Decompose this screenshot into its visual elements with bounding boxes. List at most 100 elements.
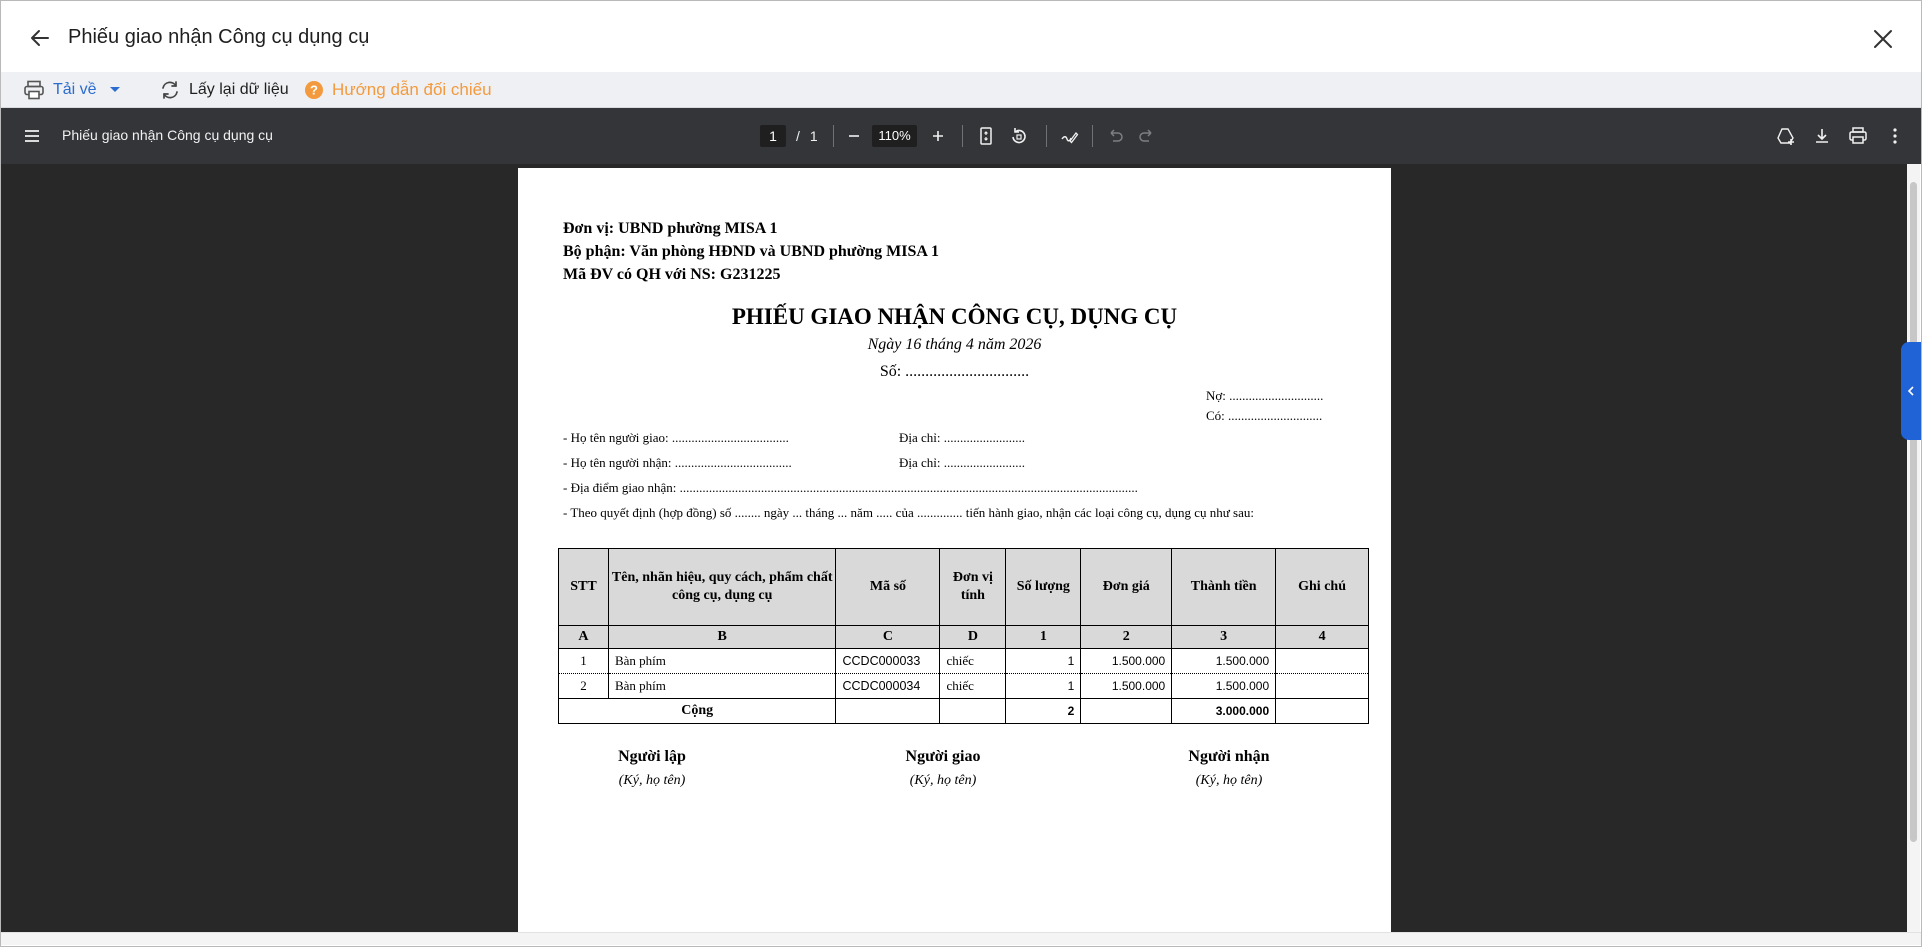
signature-giver: Người giao (Ký, họ tên): [843, 748, 1043, 789]
horizontal-scrollbar[interactable]: [1, 932, 1921, 945]
total-price: [1080, 698, 1173, 724]
header-stt: STT: [558, 548, 609, 626]
annotate-button[interactable]: [1057, 124, 1081, 148]
signature-receiver: Người nhận (Ký, họ tên): [1129, 748, 1329, 789]
drive-add-icon: [1777, 128, 1794, 145]
signature-title: Người nhận: [1188, 748, 1270, 765]
action-bar: Tải về Lấy lại dữ liệu ? Hướng dẫn đối c…: [1, 72, 1921, 108]
document-title: PHIẾU GIAO NHẬN CÔNG CỤ, DỤNG CỤ: [731, 304, 1178, 329]
signature-title: Người giao: [905, 748, 981, 765]
cell-price: 1.500.000: [1080, 648, 1173, 674]
vertical-scrollbar[interactable]: [1907, 164, 1920, 934]
printer-icon: [1849, 127, 1867, 144]
header-amount: Thành tiền: [1171, 548, 1277, 626]
fit-page-button[interactable]: [974, 124, 998, 148]
help-circle-icon: ?: [305, 81, 323, 99]
header-note: Ghi chú: [1275, 548, 1369, 626]
chevron-down-icon[interactable]: [109, 86, 121, 94]
giver-address: Địa chỉ: .........................: [899, 430, 1026, 445]
menu-icon[interactable]: [21, 125, 43, 147]
total-qty: 2: [1005, 698, 1082, 724]
total-unit: [939, 698, 1007, 724]
pdf-viewer[interactable]: Đơn vị: UBND phường MISA 1 Bộ phận: Văn …: [1, 164, 1909, 934]
zoom-out-button[interactable]: [842, 124, 866, 148]
scrollbar-thumb[interactable]: [1910, 182, 1917, 842]
guide-link[interactable]: ? Hướng dẫn đối chiếu: [304, 72, 492, 108]
credit-account: Có: .............................: [1206, 408, 1323, 423]
page-number-input[interactable]: 1: [760, 125, 786, 147]
cell-name: Bàn phím: [607, 648, 837, 674]
giver-name: - Họ tên người giao: ...................…: [563, 430, 789, 445]
zoom-level-input[interactable]: 110%: [872, 125, 917, 147]
cell-stt: 1: [558, 648, 609, 674]
toolbar-divider: [1046, 125, 1047, 147]
undo-icon: [1110, 129, 1123, 142]
undo-button[interactable]: [1103, 124, 1127, 148]
save-to-drive-button[interactable]: [1774, 124, 1798, 148]
signature-note: (Ký, họ tên): [618, 773, 686, 788]
back-arrow-icon[interactable]: [27, 25, 53, 51]
rotate-button[interactable]: [1007, 124, 1031, 148]
download-pdf-button[interactable]: [1810, 124, 1834, 148]
redo-button[interactable]: [1135, 124, 1159, 148]
more-vertical-icon: [1893, 128, 1897, 144]
toolbar-divider: [833, 125, 834, 147]
header-qty: Số lượng: [1005, 548, 1082, 626]
close-icon[interactable]: [1871, 27, 1895, 51]
zoom-in-button[interactable]: [926, 124, 950, 148]
guide-label: Hướng dẫn đối chiếu: [332, 80, 492, 99]
cell-unit: chiếc: [939, 673, 1007, 699]
total-pages: 1: [809, 128, 818, 144]
delivery-location: - Địa điểm giao nhận: ..................…: [563, 480, 1138, 495]
cell-stt: 2: [558, 673, 609, 699]
download-icon: [1816, 129, 1828, 143]
department-name: Bộ phận: Văn phòng HĐND và UBND phường M…: [563, 243, 940, 260]
fit-page-icon: [980, 127, 992, 145]
code-col-d: D: [939, 625, 1007, 649]
title-bar: Phiếu giao nhận Công cụ dụng cụ: [1, 1, 1921, 72]
header-unit: Đơn vị tính: [939, 548, 1007, 626]
receiver-address: Địa chỉ: .........................: [899, 455, 1026, 470]
page-navigator: 1 / 1: [760, 125, 818, 147]
receiver-name: - Họ tên người nhận: ...................…: [563, 455, 792, 470]
cell-code: CCDC000034: [835, 673, 941, 699]
code-col-a: A: [558, 625, 609, 649]
reload-data-button[interactable]: Lấy lại dữ liệu: [159, 72, 289, 108]
more-options-button[interactable]: [1883, 124, 1907, 148]
cell-qty: 1: [1005, 673, 1082, 699]
table-row: 1 Bàn phím CCDC000033 chiếc 1 1.500.000 …: [558, 648, 1369, 674]
document-date: Ngày 16 tháng 4 năm 2026: [867, 336, 1042, 353]
download-label: Tải về: [53, 81, 97, 98]
signature-creator: Người lập (Ký, họ tên): [552, 748, 752, 789]
table-row: 2 Bàn phím CCDC000034 chiếc 1 1.500.000 …: [558, 673, 1369, 699]
print-button[interactable]: [1846, 124, 1870, 148]
download-button[interactable]: Tải về: [23, 72, 129, 108]
redo-icon: [1139, 129, 1152, 142]
header-price: Đơn giá: [1080, 548, 1173, 626]
cell-qty: 1: [1005, 648, 1082, 674]
code-col-3: 3: [1171, 625, 1277, 649]
decision-line: - Theo quyết định (hợp đồng) số ........…: [563, 505, 1254, 520]
cell-price: 1.500.000: [1080, 673, 1173, 699]
total-label: Cộng: [557, 698, 837, 724]
cell-note: [1275, 673, 1369, 699]
code-col-1: 1: [1005, 625, 1082, 649]
unit-name: Đơn vị: UBND phường MISA 1: [563, 220, 778, 237]
page-title: Phiếu giao nhận Công cụ dụng cụ: [68, 26, 370, 48]
cell-amount: 1.500.000: [1171, 673, 1277, 699]
plus-icon: [933, 131, 943, 141]
code-col-c: C: [835, 625, 941, 649]
cell-amount: 1.500.000: [1171, 648, 1277, 674]
total-row: Cộng 2 3.000.000: [557, 698, 1369, 724]
signature-note: (Ký, họ tên): [909, 773, 977, 788]
side-panel-toggle[interactable]: [1901, 342, 1921, 440]
code-col-b: B: [607, 625, 837, 649]
debit-account: Nợ: .............................: [1206, 388, 1324, 403]
total-note: [1275, 698, 1369, 724]
refresh-icon: [162, 81, 178, 99]
chevron-left-icon: [1907, 386, 1914, 396]
pdf-toolbar: Phiếu giao nhận Công cụ dụng cụ 1 / 1 11…: [1, 108, 1921, 164]
header-name: Tên, nhãn hiệu, quy cách, phẩm chất công…: [607, 548, 837, 626]
document-number: Số: ...............................: [879, 363, 1030, 380]
items-table: STT Tên, nhãn hiệu, quy cách, phẩm chất …: [557, 548, 1369, 724]
